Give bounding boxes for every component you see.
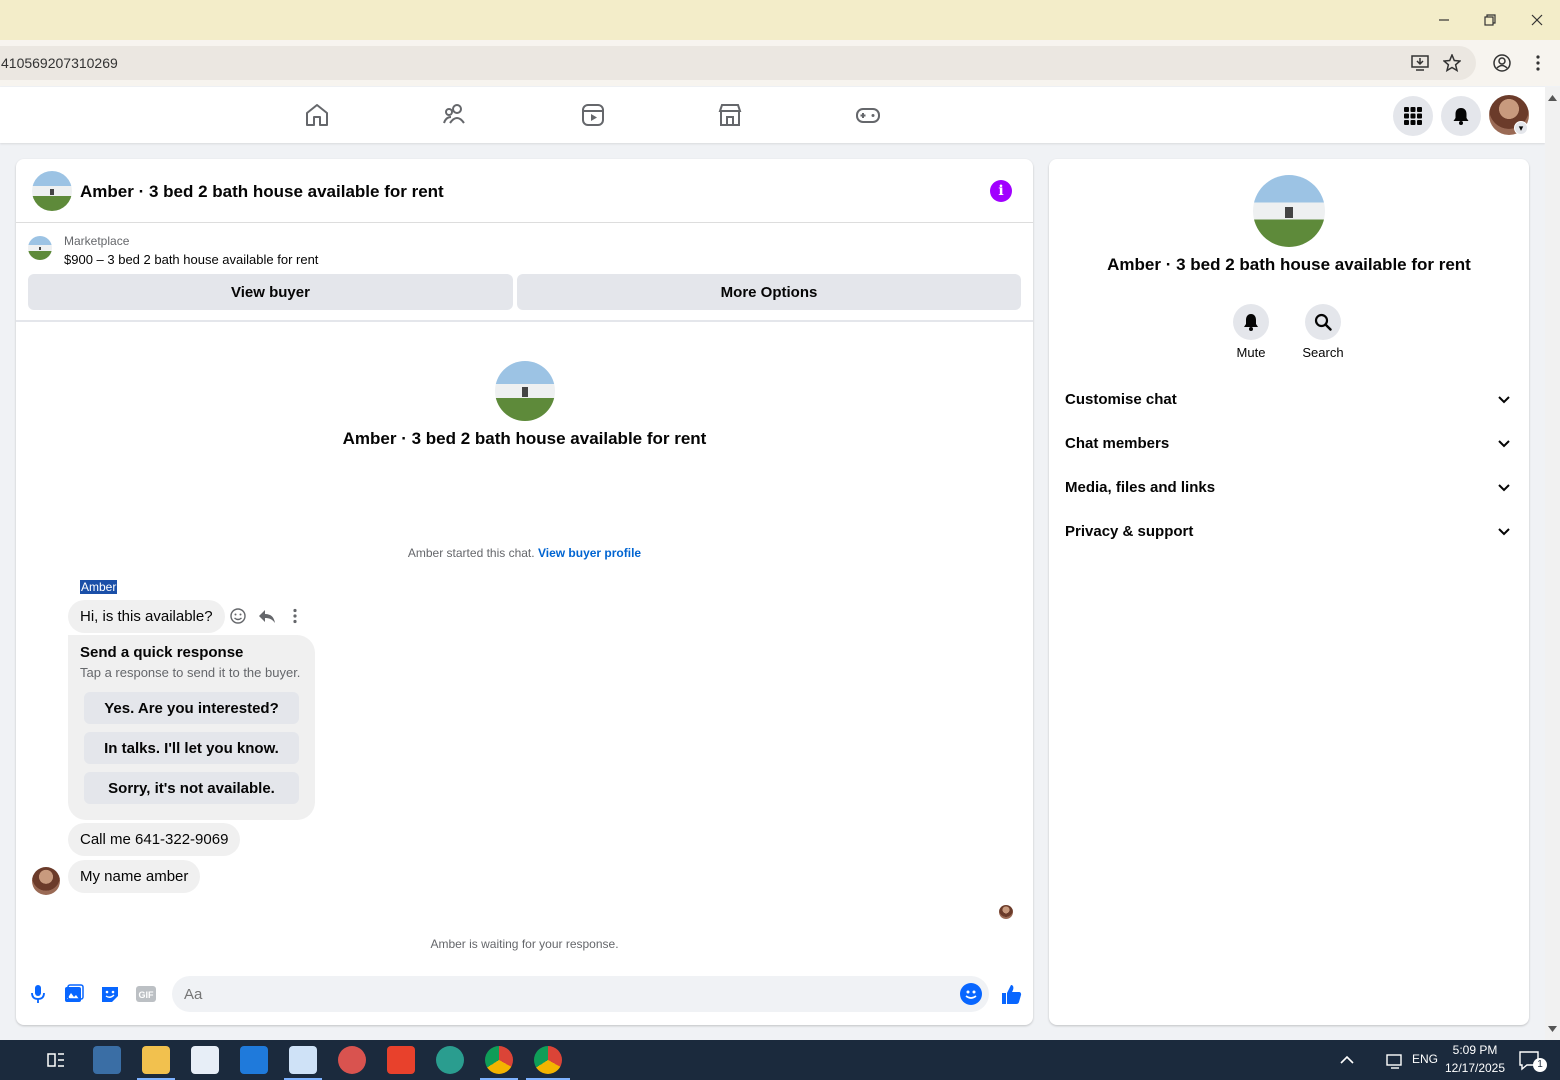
more-options-button[interactable]: More Options bbox=[517, 274, 1021, 310]
section-label: Privacy & support bbox=[1065, 523, 1194, 540]
anydesk-icon[interactable] bbox=[387, 1046, 415, 1074]
show-hidden-icons-icon[interactable] bbox=[1333, 1046, 1361, 1074]
document-app-icon[interactable] bbox=[289, 1046, 317, 1074]
chat-members-section[interactable]: Chat members bbox=[1049, 422, 1529, 466]
quick-response-card: Send a quick response Tap a response to … bbox=[68, 635, 315, 820]
emoji-icon[interactable] bbox=[960, 983, 982, 1005]
minimize-icon[interactable] bbox=[1421, 0, 1467, 40]
view-buyer-button[interactable]: View buyer bbox=[28, 274, 513, 310]
chat-start-text: Amber started this chat. bbox=[407, 546, 535, 560]
search-button[interactable] bbox=[1305, 304, 1341, 340]
media-files-links-section[interactable]: Media, files and links bbox=[1049, 466, 1529, 510]
section-label: Chat members bbox=[1065, 435, 1170, 452]
store-icon[interactable] bbox=[191, 1046, 219, 1074]
search-label: Search bbox=[1302, 345, 1344, 360]
chevron-down-icon bbox=[1498, 484, 1510, 492]
listing-small-thumbnail[interactable] bbox=[28, 236, 52, 260]
mute-button[interactable] bbox=[1233, 304, 1269, 340]
remote-desktop-icon[interactable] bbox=[93, 1046, 121, 1074]
listing-photo[interactable] bbox=[495, 361, 555, 421]
section-label: Customise chat bbox=[1065, 391, 1177, 408]
video-icon[interactable] bbox=[577, 99, 609, 131]
restore-icon[interactable] bbox=[1467, 0, 1513, 40]
sender-avatar[interactable] bbox=[32, 867, 60, 895]
info-icon[interactable]: i bbox=[990, 180, 1012, 202]
mute-label: Mute bbox=[1236, 345, 1266, 360]
marketplace-icon[interactable] bbox=[714, 99, 746, 131]
more-options-icon[interactable] bbox=[285, 606, 305, 626]
chat-start-notice: Amber started this chat. View buyer prof… bbox=[16, 546, 1033, 560]
privacy-support-section[interactable]: Privacy & support bbox=[1049, 510, 1529, 554]
chevron-down-icon bbox=[1498, 440, 1510, 448]
waiting-notice: Amber is waiting for your response. bbox=[430, 937, 619, 951]
section-label: Media, files and links bbox=[1065, 479, 1216, 496]
quick-response-subtitle: Tap a response to send it to the buyer. bbox=[80, 665, 301, 680]
info-panel-title: Amber · 3 bed 2 bath house available for… bbox=[1107, 255, 1471, 274]
close-icon[interactable] bbox=[1514, 0, 1560, 40]
chrome-profile-m-icon[interactable] bbox=[485, 1046, 513, 1074]
profile-icon[interactable] bbox=[1488, 49, 1516, 77]
page-scrollbar[interactable] bbox=[1545, 87, 1560, 1040]
listing-thumbnail[interactable] bbox=[32, 171, 72, 211]
chat-header: Amber · 3 bed 2 bath house available for… bbox=[16, 159, 1033, 223]
message-input[interactable] bbox=[184, 976, 944, 1012]
conversation-title: Amber · 3 bed 2 bath house available for… bbox=[342, 429, 707, 448]
clock-date[interactable]: 12/17/2025 bbox=[1440, 1061, 1510, 1075]
message-bubble[interactable]: Call me 641-322-9069 bbox=[68, 823, 241, 856]
file-explorer-icon[interactable] bbox=[142, 1046, 170, 1074]
marketplace-label: Marketplace bbox=[64, 234, 130, 248]
divider bbox=[16, 320, 1033, 322]
bookmark-star-icon[interactable] bbox=[1438, 49, 1466, 77]
sender-name: Amber bbox=[80, 580, 118, 594]
customise-chat-section[interactable]: Customise chat bbox=[1049, 378, 1529, 422]
network-icon[interactable] bbox=[1381, 1046, 1409, 1074]
view-buyer-profile-link[interactable]: View buyer profile bbox=[538, 546, 641, 560]
browser-menu-icon[interactable] bbox=[1524, 49, 1552, 77]
message-bubble[interactable]: My name amber bbox=[68, 860, 201, 893]
microphone-icon[interactable] bbox=[25, 981, 51, 1007]
notification-count-badge: 1 bbox=[1533, 1058, 1547, 1072]
message-composer[interactable] bbox=[172, 976, 989, 1012]
quick-response-title: Send a quick response bbox=[80, 644, 244, 661]
chevron-down-icon[interactable]: ▾ bbox=[1514, 121, 1528, 135]
address-bar[interactable]: 410569207310269 bbox=[0, 46, 1476, 80]
quick-response-option[interactable]: Sorry, it's not available. bbox=[84, 772, 299, 804]
quick-response-option[interactable]: Yes. Are you interested? bbox=[84, 692, 299, 724]
thumbs-up-icon[interactable] bbox=[998, 981, 1024, 1007]
chevron-down-icon bbox=[1498, 396, 1510, 404]
chat-panel: Amber · 3 bed 2 bath house available for… bbox=[16, 159, 1033, 1025]
listing-summary[interactable]: $900 – 3 bed 2 bath house available for … bbox=[64, 252, 318, 267]
seen-receipt-avatar bbox=[999, 905, 1013, 919]
chat-info-panel: Amber · 3 bed 2 bath house available for… bbox=[1049, 159, 1529, 1025]
edge-icon[interactable] bbox=[436, 1046, 464, 1074]
friends-icon[interactable] bbox=[439, 99, 471, 131]
listing-photo-large[interactable] bbox=[1253, 175, 1325, 247]
sticker-icon[interactable] bbox=[97, 981, 123, 1007]
svg-text:GIF: GIF bbox=[139, 990, 155, 1000]
chevron-down-icon bbox=[1498, 528, 1510, 536]
task-view-icon[interactable] bbox=[42, 1046, 70, 1074]
home-icon[interactable] bbox=[301, 99, 333, 131]
install-app-icon[interactable] bbox=[1406, 49, 1434, 77]
message-bubble[interactable]: Hi, is this available? bbox=[68, 600, 225, 633]
browser-titlebar bbox=[0, 0, 1560, 40]
clock-time[interactable]: 5:09 PM bbox=[1440, 1043, 1510, 1057]
menu-grid-icon[interactable] bbox=[1393, 96, 1433, 136]
react-emoji-icon[interactable] bbox=[228, 606, 248, 626]
facebook-header: ▾ bbox=[0, 87, 1545, 143]
quick-response-option[interactable]: In talks. I'll let you know. bbox=[84, 732, 299, 764]
chrome-icon[interactable] bbox=[534, 1046, 562, 1074]
gif-icon[interactable]: GIF bbox=[133, 981, 159, 1007]
paint-app-icon[interactable] bbox=[338, 1046, 366, 1074]
photo-icon[interactable] bbox=[61, 981, 87, 1007]
taskbar: ENG 5:09 PM 12/17/2025 1 bbox=[0, 1040, 1560, 1080]
language-indicator[interactable]: ENG bbox=[1410, 1052, 1440, 1066]
gaming-icon[interactable] bbox=[852, 99, 884, 131]
url-text[interactable]: 410569207310269 bbox=[1, 55, 118, 71]
chat-title[interactable]: Amber · 3 bed 2 bath house available for… bbox=[80, 182, 444, 202]
reply-icon[interactable] bbox=[257, 606, 277, 626]
mail-icon[interactable] bbox=[240, 1046, 268, 1074]
notifications-bell-icon[interactable] bbox=[1441, 96, 1481, 136]
